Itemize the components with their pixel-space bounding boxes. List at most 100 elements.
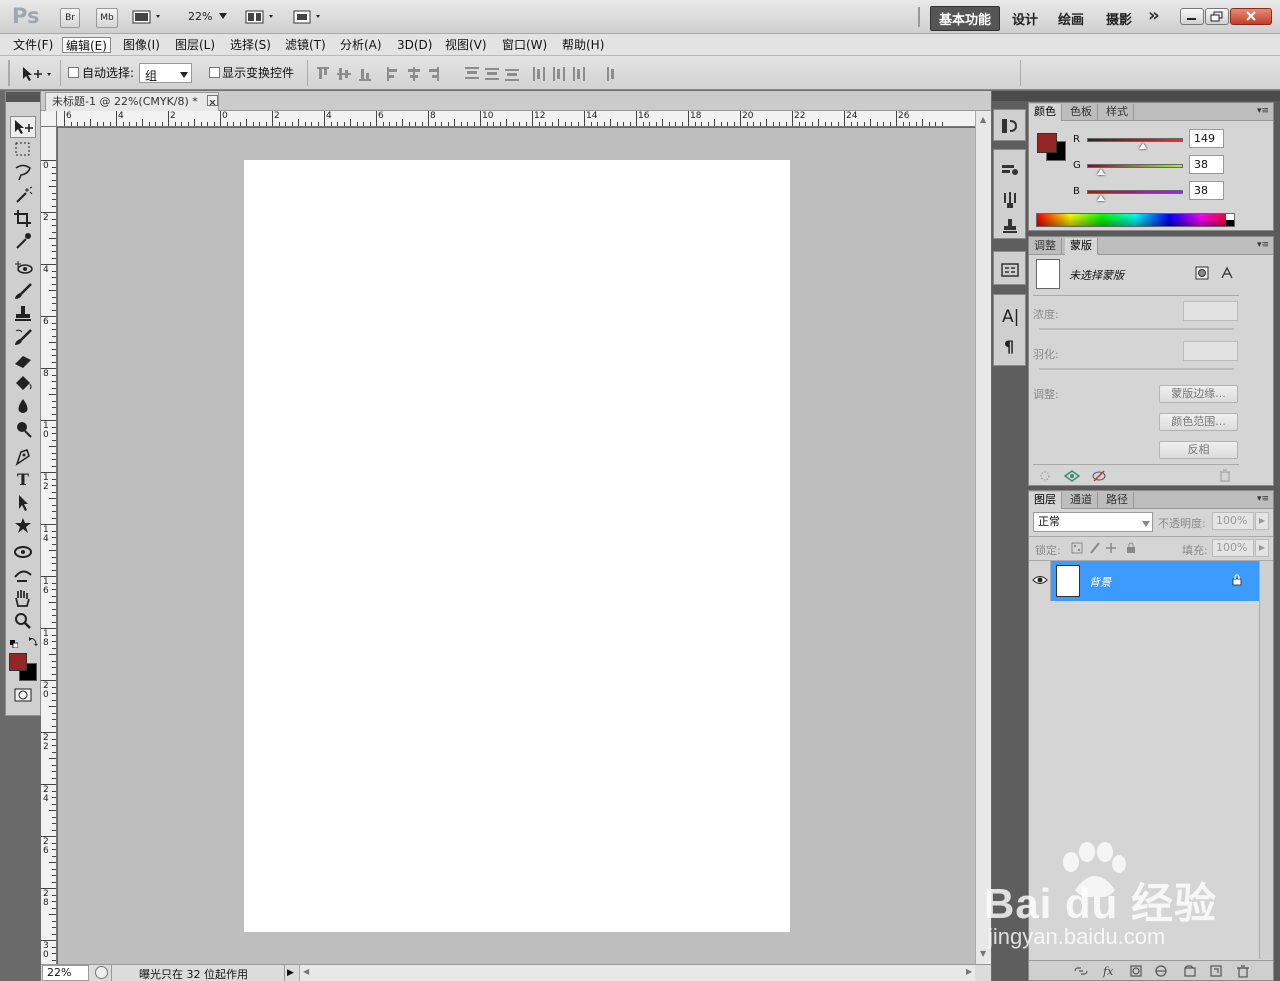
horizontal-ruler[interactable]: 6 4 2 0 2 4 6 8 10 12 14 16 18 20 22 24 26	[57, 111, 975, 127]
tab-layers[interactable]: 图层	[1029, 492, 1062, 509]
panel-menu-icon[interactable]: ▾≡	[1257, 240, 1269, 250]
menu-filter[interactable]: 滤镜(T)	[282, 37, 329, 53]
workspace-painting[interactable]: 绘画	[1058, 9, 1084, 28]
arrange-documents-button[interactable]	[245, 8, 279, 26]
b-slider-track[interactable]	[1087, 190, 1183, 194]
marquee-tool[interactable]	[10, 139, 36, 161]
g-slider-thumb[interactable]	[1097, 169, 1106, 175]
minimize-button[interactable]	[1180, 8, 1204, 25]
restore-button[interactable]	[1205, 8, 1229, 25]
b-slider-thumb[interactable]	[1097, 195, 1106, 201]
info-icon[interactable]	[1001, 262, 1019, 278]
menu-layer[interactable]: 图层(L)	[172, 37, 218, 53]
close-tab-button[interactable]	[207, 95, 218, 106]
horizontal-scrollbar[interactable]: ◀ ▶	[299, 965, 975, 981]
g-value-field[interactable]: 38	[1189, 155, 1224, 174]
move-tool[interactable]	[10, 116, 36, 138]
panel-menu-icon[interactable]: ▾≡	[1257, 106, 1269, 116]
r-slider-track[interactable]	[1087, 138, 1183, 142]
tab-channels[interactable]: 通道	[1065, 492, 1098, 509]
menu-edit[interactable]: 编辑(E)	[62, 37, 111, 53]
opacity-slider-button[interactable]: ▶	[1255, 512, 1269, 530]
color-range-button[interactable]: 颜色范围...	[1159, 413, 1238, 431]
menu-window[interactable]: 窗口(W)	[499, 37, 550, 53]
panels-header[interactable]	[1027, 91, 1280, 101]
apply-mask-icon[interactable]	[1064, 470, 1080, 482]
blur-tool[interactable]	[10, 396, 36, 418]
close-button[interactable]	[1230, 8, 1272, 25]
fill-field[interactable]: 100%	[1212, 539, 1254, 557]
vertical-ruler[interactable]: 0 2 4 6 8 1 0 1 2 1 4 1 6 1 8 2 0 2 2 2 4 2 6 2 8 3 0	[41, 127, 57, 964]
minibridge-button[interactable]: Mb	[96, 8, 118, 28]
status-menu-arrow[interactable]: ▶	[284, 965, 296, 981]
crop-tool[interactable]	[10, 208, 36, 230]
tab-swatches[interactable]: 色板	[1065, 104, 1098, 121]
scroll-right-icon[interactable]: ▶	[966, 967, 972, 976]
show-transform-checkbox[interactable]	[209, 67, 220, 78]
disable-mask-icon[interactable]	[1092, 470, 1106, 482]
opacity-field[interactable]: 100%	[1212, 512, 1254, 530]
quick-selection-tool[interactable]	[10, 185, 36, 207]
layer-visibility-toggle[interactable]	[1029, 561, 1051, 601]
zoom-status-field[interactable]: 22%	[42, 965, 89, 981]
menu-3d[interactable]: 3D(D)	[394, 37, 435, 53]
chevron-down-icon[interactable]	[219, 13, 227, 19]
workspace-design[interactable]: 设计	[1012, 9, 1038, 28]
layers-footer-icons[interactable]: fx	[1073, 964, 1273, 978]
feather-slider[interactable]	[1039, 368, 1234, 370]
mask-edge-button[interactable]: 蒙版边缘...	[1159, 385, 1238, 403]
actions-icon[interactable]	[1001, 162, 1019, 178]
tab-styles[interactable]: 样式	[1101, 104, 1134, 121]
eraser-tool[interactable]	[10, 350, 36, 372]
document-tab[interactable]: 未标题-1 @ 22%(CMYK/8) *	[45, 92, 219, 111]
tools-panel-header[interactable]	[6, 92, 40, 102]
tab-color[interactable]: 颜色	[1029, 104, 1062, 121]
screen-mode-button[interactable]	[292, 8, 326, 26]
r-slider-thumb[interactable]	[1139, 143, 1148, 149]
lock-options-icons[interactable]	[1071, 541, 1141, 555]
color-panel-foreground-swatch[interactable]	[1037, 133, 1057, 153]
invert-button[interactable]: 反相	[1159, 441, 1238, 459]
dock-header[interactable]	[992, 91, 1027, 101]
vector-mask-icon[interactable]	[1220, 266, 1234, 280]
vertical-scrollbar[interactable]: ▲ ▼	[975, 111, 991, 964]
status-info-icon[interactable]	[95, 966, 108, 979]
auto-select-dropdown[interactable]: 组	[139, 63, 192, 83]
density-slider[interactable]	[1039, 328, 1234, 330]
tool-preset-picker[interactable]	[20, 64, 56, 84]
brush-tool[interactable]	[10, 281, 36, 303]
r-value-field[interactable]: 149	[1189, 129, 1224, 148]
ruler-origin[interactable]	[41, 111, 57, 127]
layer-row[interactable]: 背景	[1051, 561, 1259, 601]
auto-select-checkbox[interactable]	[68, 67, 79, 78]
history-brush-tool[interactable]	[10, 327, 36, 349]
g-slider-track[interactable]	[1087, 164, 1183, 168]
eyedropper-tool[interactable]	[10, 231, 36, 253]
paint-bucket-tool[interactable]	[10, 373, 36, 395]
load-selection-icon[interactable]	[1039, 470, 1051, 482]
swap-colors-button[interactable]	[28, 635, 38, 646]
menu-view[interactable]: 视图(V)	[442, 37, 490, 53]
color-spectrum-bar[interactable]	[1036, 213, 1235, 227]
blend-mode-dropdown[interactable]: 正常	[1033, 512, 1153, 532]
menu-help[interactable]: 帮助(H)	[559, 37, 607, 53]
clone-source-icon[interactable]	[1001, 218, 1019, 234]
menu-select[interactable]: 选择(S)	[227, 37, 274, 53]
tab-paths[interactable]: 路径	[1101, 492, 1134, 509]
shape-tool[interactable]	[10, 515, 36, 537]
more-workspaces-button[interactable]: »	[1148, 5, 1160, 26]
character-icon[interactable]: A|	[1002, 307, 1019, 327]
brush-presets-icon[interactable]	[1001, 191, 1019, 209]
density-field[interactable]	[1183, 301, 1238, 321]
bridge-button[interactable]: Br	[60, 8, 80, 28]
workspace-photography[interactable]: 摄影	[1106, 9, 1132, 28]
menu-analysis[interactable]: 分析(A)	[337, 37, 385, 53]
menu-file[interactable]: 文件(F)	[10, 37, 56, 53]
type-tool[interactable]: T	[10, 469, 36, 491]
default-colors-button[interactable]	[10, 637, 19, 649]
lasso-tool[interactable]	[10, 162, 36, 184]
tab-adjustments[interactable]: 调整	[1029, 238, 1062, 255]
quick-mask-button[interactable]	[14, 688, 32, 702]
delete-mask-icon[interactable]	[1219, 469, 1231, 482]
scroll-up-icon[interactable]: ▲	[980, 115, 986, 124]
